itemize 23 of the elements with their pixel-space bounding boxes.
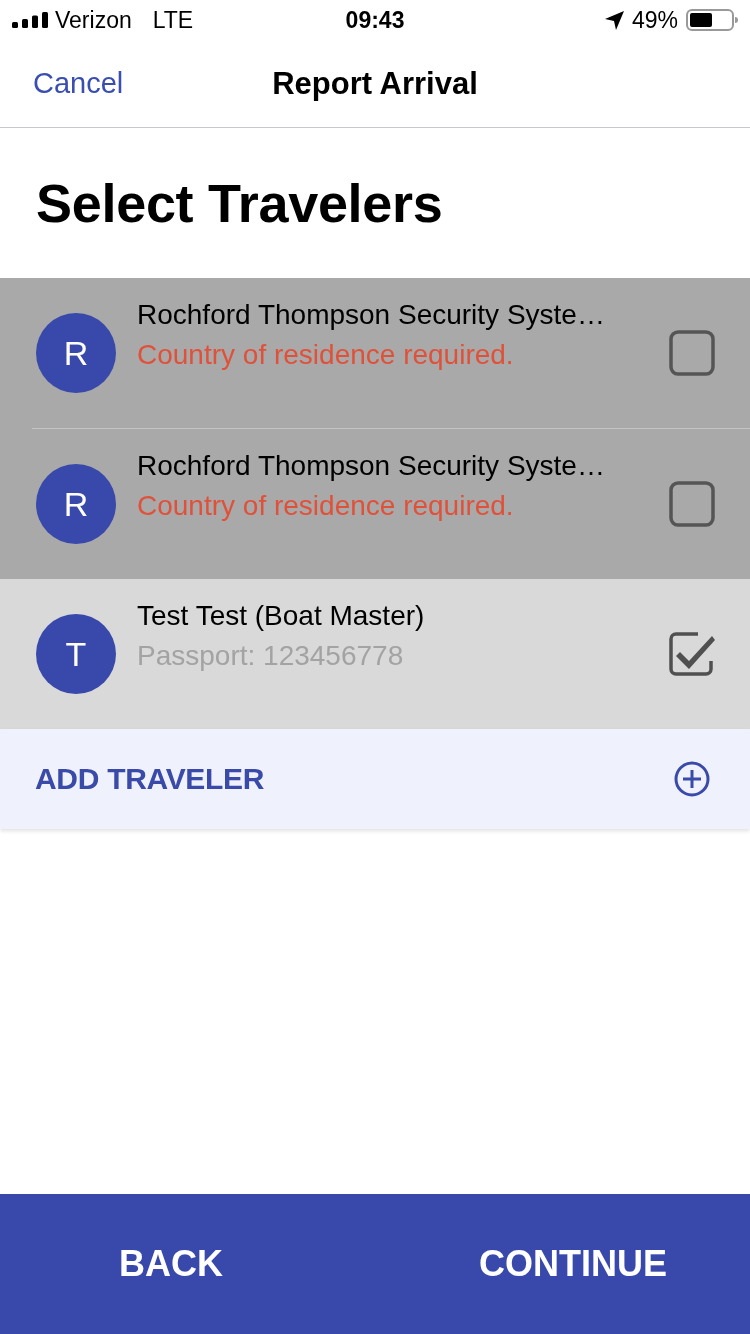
continue-button[interactable]: CONTINUE <box>372 1194 750 1334</box>
battery-percentage: 49% <box>631 6 678 34</box>
error-message: Country of residence required. <box>137 339 515 371</box>
traveler-name: Rochford Thompson Security Syste… <box>137 450 606 482</box>
page-heading: Select Travelers <box>36 172 443 234</box>
avatar: T <box>36 614 116 694</box>
avatar: R <box>36 464 116 544</box>
traveler-name: Rochford Thompson Security Syste… <box>137 299 606 331</box>
error-message: Country of residence required. <box>137 490 515 522</box>
network-type: LTE <box>152 6 194 34</box>
traveler-name: Test Test (Boat Master) <box>137 600 426 632</box>
battery-icon <box>686 9 738 31</box>
back-button[interactable]: BACK <box>0 1194 372 1334</box>
clock-time: 09:43 <box>345 6 405 34</box>
location-arrow-icon <box>604 10 624 30</box>
plus-circle-icon <box>674 761 710 797</box>
avatar: R <box>36 313 116 393</box>
checkbox[interactable] <box>668 630 716 678</box>
add-traveler-button[interactable]: ADD TRAVELER <box>0 729 750 829</box>
signal-icon <box>12 12 48 28</box>
cancel-button[interactable]: Cancel <box>33 67 124 100</box>
screen-title: Report Arrival <box>272 65 478 102</box>
carrier-name: Verizon <box>55 6 132 34</box>
